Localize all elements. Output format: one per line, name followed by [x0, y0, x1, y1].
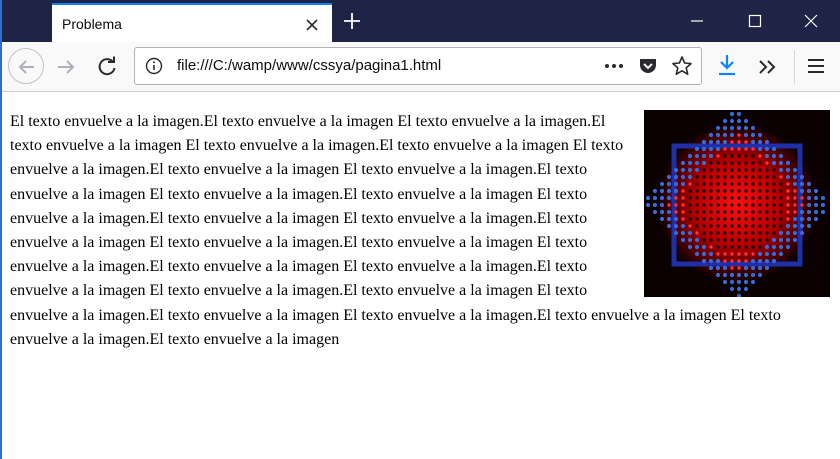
maximize-icon[interactable] [746, 12, 764, 30]
bookmark-star-icon[interactable] [671, 55, 693, 77]
tab-title: Problema [62, 16, 122, 32]
close-icon[interactable] [304, 17, 320, 33]
toolbar-separator [794, 50, 795, 84]
address-bar[interactable]: file:///C:/wamp/www/cssya/pagina1.html [134, 47, 702, 85]
download-icon[interactable] [716, 52, 738, 78]
pocket-icon[interactable] [638, 56, 658, 76]
overflow-chevron-icon[interactable] [756, 58, 780, 76]
minimize-icon[interactable] [688, 12, 706, 30]
page-content: El texto envuelve a la imagen.El texto e… [10, 110, 830, 352]
navigation-toolbar: file:///C:/wamp/www/cssya/pagina1.html [0, 42, 840, 92]
back-button[interactable] [8, 48, 44, 84]
info-icon[interactable] [145, 57, 163, 75]
back-arrow-icon [18, 60, 34, 74]
forward-arrow-icon[interactable] [55, 57, 77, 77]
title-bar: Problema [0, 0, 840, 42]
tab-problema[interactable]: Problema [52, 3, 332, 42]
hamburger-menu-icon[interactable] [806, 57, 826, 75]
url-text[interactable]: file:///C:/wamp/www/cssya/pagina1.html [177, 57, 441, 74]
window-border [0, 0, 2, 459]
plus-icon[interactable] [342, 11, 362, 31]
page-actions-icon[interactable] [603, 58, 625, 74]
reload-icon[interactable] [96, 56, 118, 78]
floated-image [644, 110, 830, 297]
close-window-icon[interactable] [802, 12, 820, 30]
